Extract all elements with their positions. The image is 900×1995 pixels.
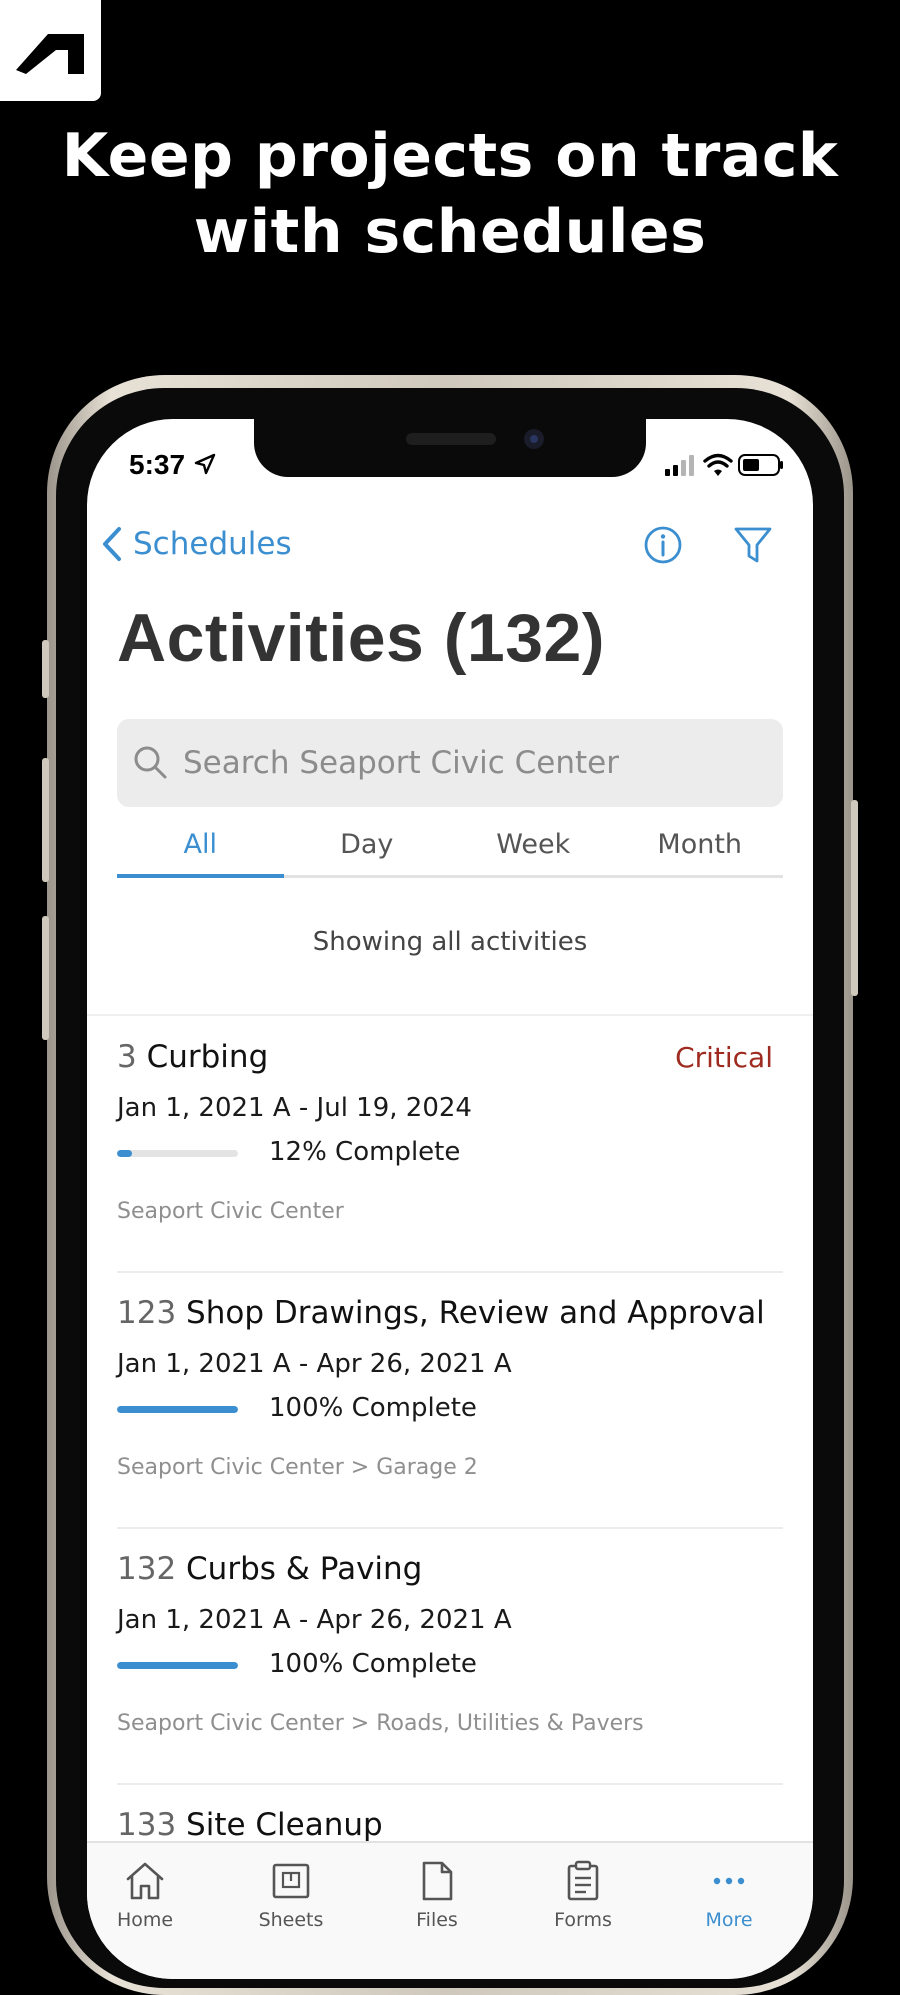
status-icons	[665, 451, 785, 483]
promo-headline: Keep projects on track with schedules	[0, 118, 900, 270]
status-time: 5:37	[129, 449, 217, 481]
location-arrow-icon	[194, 453, 216, 475]
search-placeholder: Search Seaport Civic Center	[183, 745, 619, 781]
activity-title: 123 Shop Drawings, Review and Approval	[117, 1295, 765, 1331]
activity-number: 3	[117, 1039, 137, 1075]
activity-name: Shop Drawings, Review and Approval	[186, 1295, 765, 1331]
activity-item[interactable]: 3 Curbing Critical Jan 1, 2021 A - Jul 1…	[117, 1017, 783, 1273]
tab-month[interactable]: Month	[617, 827, 784, 875]
tab-all[interactable]: All	[117, 827, 284, 878]
phone-volume-up	[42, 758, 49, 882]
more-icon	[713, 1877, 745, 1885]
activity-dates: Jan 1, 2021 A - Jul 19, 2024	[117, 1093, 472, 1123]
critical-badge: Critical	[675, 1041, 773, 1074]
sheets-icon	[272, 1863, 310, 1899]
wifi-icon	[703, 453, 733, 476]
tabbar-label: Home	[116, 1909, 174, 1931]
search-field[interactable]: Search Seaport Civic Center	[117, 719, 783, 807]
chevron-left-icon	[103, 527, 121, 561]
bottom-tab-bar: Home Sheets Files Forms More	[87, 1841, 813, 1979]
activity-item[interactable]: 123 Shop Drawings, Review and Approval J…	[117, 1273, 783, 1529]
activity-number: 123	[117, 1295, 177, 1331]
phone-mute-switch	[42, 640, 49, 698]
filter-icon[interactable]	[733, 525, 773, 565]
speaker-grille	[406, 433, 496, 445]
activity-item[interactable]: 132 Curbs & Paving Jan 1, 2021 A - Apr 2…	[117, 1529, 783, 1785]
tabbar-files[interactable]: Files	[377, 1859, 497, 1931]
progress-fill	[117, 1406, 238, 1413]
headline-line-2: with schedules	[193, 197, 707, 267]
activity-name: Curbs & Paving	[186, 1551, 423, 1587]
tabbar-label: More	[705, 1909, 753, 1931]
progress-fill	[117, 1150, 132, 1157]
front-camera	[524, 429, 544, 449]
activity-location: Seaport Civic Center > Garage 2	[117, 1455, 478, 1480]
files-icon	[422, 1861, 453, 1901]
logo-icon	[16, 34, 84, 74]
back-button[interactable]: Schedules	[101, 525, 292, 563]
brand-logo	[0, 0, 101, 101]
forms-icon	[567, 1860, 599, 1901]
tabbar-more[interactable]: More	[669, 1859, 789, 1931]
phone-power-button	[851, 800, 858, 996]
segment-tabs: All Day Week Month	[117, 827, 783, 878]
progress-label: 12% Complete	[269, 1137, 461, 1167]
progress-label: 100% Complete	[269, 1649, 477, 1679]
activity-title: 133 Site Cleanup	[117, 1807, 383, 1843]
progress-bar	[117, 1662, 238, 1669]
activity-dates: Jan 1, 2021 A - Apr 26, 2021 A	[117, 1605, 512, 1635]
tabbar-label: Files	[416, 1909, 458, 1931]
activity-title: 3 Curbing	[117, 1039, 268, 1075]
phone-screen: 5:37 Schedules Activities (132) Search S…	[87, 419, 813, 1979]
page-title: Activities (132)	[117, 600, 605, 676]
tabbar-home[interactable]: Home	[87, 1859, 205, 1931]
activity-location: Seaport Civic Center > Roads, Utilities …	[117, 1711, 644, 1736]
tabbar-forms[interactable]: Forms	[523, 1859, 643, 1931]
status-indicators	[665, 453, 783, 476]
progress-label: 100% Complete	[269, 1393, 477, 1423]
cellular-signal-icon	[665, 455, 694, 476]
progress-fill	[117, 1662, 238, 1669]
headline-line-1: Keep projects on track	[61, 121, 839, 191]
activity-title: 132 Curbs & Paving	[117, 1551, 422, 1587]
info-icon[interactable]	[643, 525, 683, 565]
back-button-label: Schedules	[133, 526, 292, 562]
progress-bar	[117, 1150, 238, 1157]
activity-name: Curbing	[146, 1039, 269, 1075]
activity-number: 133	[117, 1807, 177, 1843]
status-time-text: 5:37	[129, 449, 186, 480]
activity-dates: Jan 1, 2021 A - Apr 26, 2021 A	[117, 1349, 512, 1379]
battery-icon	[738, 454, 783, 476]
tab-week[interactable]: Week	[450, 827, 617, 875]
notch	[254, 419, 646, 477]
activity-number: 132	[117, 1551, 177, 1587]
tabbar-sheets[interactable]: Sheets	[231, 1859, 351, 1931]
activity-name: Site Cleanup	[186, 1807, 383, 1843]
activity-location: Seaport Civic Center	[117, 1199, 344, 1224]
nav-actions	[643, 525, 773, 565]
tabbar-label: Sheets	[258, 1909, 324, 1931]
section-divider	[87, 1014, 813, 1016]
showing-caption: Showing all activities	[312, 927, 588, 957]
progress-bar	[117, 1406, 238, 1413]
tab-day[interactable]: Day	[284, 827, 451, 875]
home-icon	[126, 1862, 164, 1900]
phone-volume-down	[42, 916, 49, 1040]
search-icon	[134, 746, 167, 779]
tabbar-label: Forms	[554, 1909, 612, 1931]
